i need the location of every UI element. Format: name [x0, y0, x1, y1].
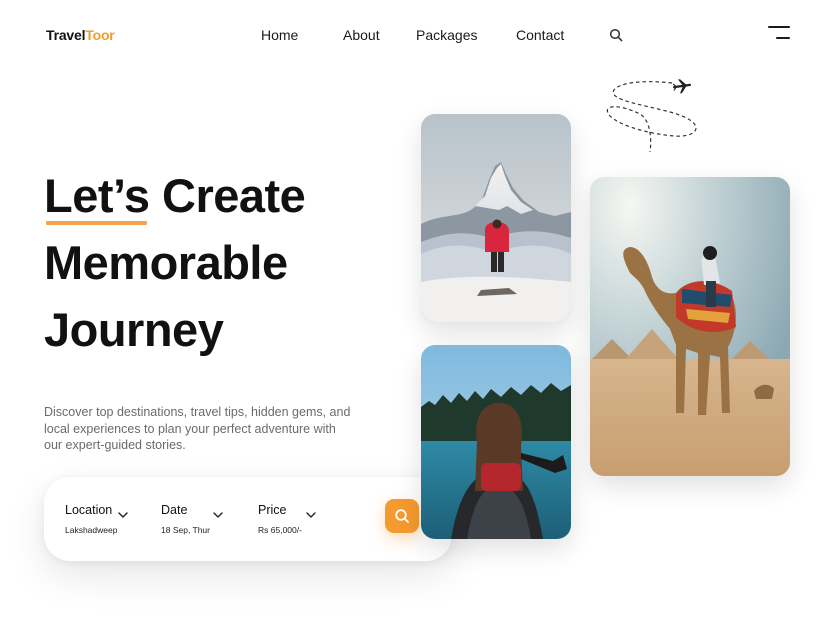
date-field[interactable]: Date 18 Sep, Thur — [161, 503, 224, 535]
trip-search-bar: Location Lakshadweep Date 18 Sep, Thur P… — [44, 477, 452, 561]
chevron-down-icon — [306, 507, 317, 518]
brand-name-part1: Travel — [46, 27, 86, 43]
menu-icon[interactable] — [768, 25, 790, 41]
nav-packages[interactable]: Packages — [416, 27, 477, 43]
search-icon[interactable] — [609, 28, 623, 42]
price-field[interactable]: Price Rs 65,000/- — [258, 503, 317, 535]
headline-line3: Journey — [44, 303, 224, 356]
nav-home[interactable]: Home — [261, 27, 298, 43]
date-value: 18 Sep, Thur — [161, 525, 210, 535]
airplane-path-icon — [600, 74, 710, 158]
chevron-down-icon — [118, 507, 128, 518]
mountain-hiker-photo — [421, 114, 571, 322]
headline-line2: Memorable — [44, 236, 288, 289]
search-button[interactable] — [385, 499, 419, 533]
hero-description: Discover top destinations, travel tips, … — [44, 405, 351, 452]
location-field[interactable]: Location Lakshadweep — [65, 503, 128, 535]
headline-line1-rest: Create — [149, 169, 306, 222]
nav-about[interactable]: About — [343, 27, 380, 43]
price-label: Price — [258, 503, 287, 517]
lake-canoe-photo — [421, 345, 571, 539]
brand-name-part2: Toor — [85, 27, 115, 43]
headline-underlined-word: Let’s — [44, 162, 150, 229]
hero-headline: Let’s Create Memorable Journey — [44, 162, 306, 363]
price-value: Rs 65,000/- — [258, 525, 302, 535]
search-icon — [395, 509, 409, 523]
location-value: Lakshadweep — [65, 525, 118, 535]
brand-logo[interactable]: TravelToor — [46, 27, 115, 43]
camel-pyramids-photo — [590, 177, 790, 476]
date-label: Date — [161, 503, 188, 517]
location-label: Location — [65, 503, 113, 517]
nav-contact[interactable]: Contact — [516, 27, 564, 43]
chevron-down-icon — [213, 507, 224, 518]
